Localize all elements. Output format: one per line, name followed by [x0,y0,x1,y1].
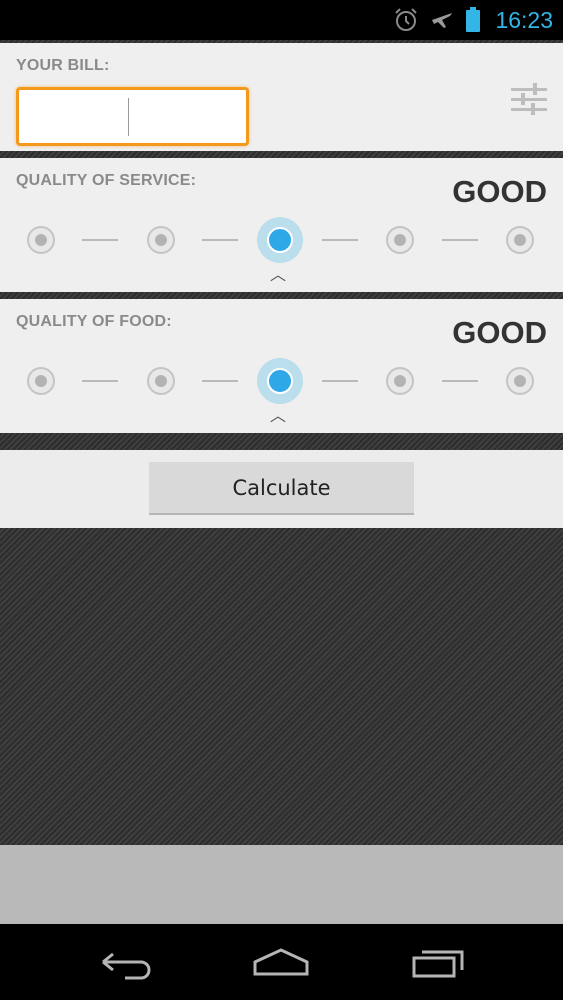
service-step-4[interactable] [386,226,414,254]
bill-label: YOUR BILL: [16,57,110,74]
action-panel: Calculate [0,450,563,528]
service-step-1[interactable] [27,226,55,254]
slider-dash [442,239,478,241]
food-step-2[interactable] [147,367,175,395]
slider-dash [442,380,478,382]
slider-dash [202,380,238,382]
results-area [0,528,563,845]
slider-dash [202,239,238,241]
service-step-5[interactable] [506,226,534,254]
food-label: QUALITY OF FOOD: [16,313,172,330]
airplane-mode-icon [432,13,453,28]
service-step-3-selected[interactable] [257,217,303,263]
service-step-2[interactable] [147,226,175,254]
service-rating-value: GOOD [452,174,547,209]
service-panel: QUALITY OF SERVICE: GOOD ︿ [0,158,563,292]
bill-panel: YOUR BILL: [0,43,563,151]
food-step-5[interactable] [506,367,534,395]
food-panel: QUALITY OF FOOD: GOOD ︿ [0,299,563,433]
status-time: 16:23 [495,6,553,33]
slider-dash [82,239,118,241]
food-rating-slider[interactable]: ︿ [24,347,539,425]
slider-dash [322,239,358,241]
slider-caret: ︿ [270,408,287,425]
calculate-button[interactable]: Calculate [149,462,414,515]
battery-icon [466,7,481,32]
status-bar: 16:23 [0,0,563,40]
alarm-icon [395,8,418,31]
slider-dash [322,380,358,382]
food-rating-value: GOOD [452,315,547,350]
text-cursor [128,98,129,136]
bill-input[interactable] [16,87,249,146]
slider-caret: ︿ [270,267,287,284]
recent-apps-icon[interactable] [410,940,470,984]
back-icon[interactable] [95,940,155,984]
settings-sliders-icon[interactable] [511,81,547,117]
navigation-bar [0,924,563,1000]
food-step-3-selected[interactable] [257,358,303,404]
food-step-1[interactable] [27,367,55,395]
food-step-4[interactable] [386,367,414,395]
home-icon[interactable] [251,940,311,984]
service-rating-slider[interactable]: ︿ [24,206,539,284]
slider-dash [82,380,118,382]
service-label: QUALITY OF SERVICE: [16,172,197,189]
footer-area [0,845,563,924]
